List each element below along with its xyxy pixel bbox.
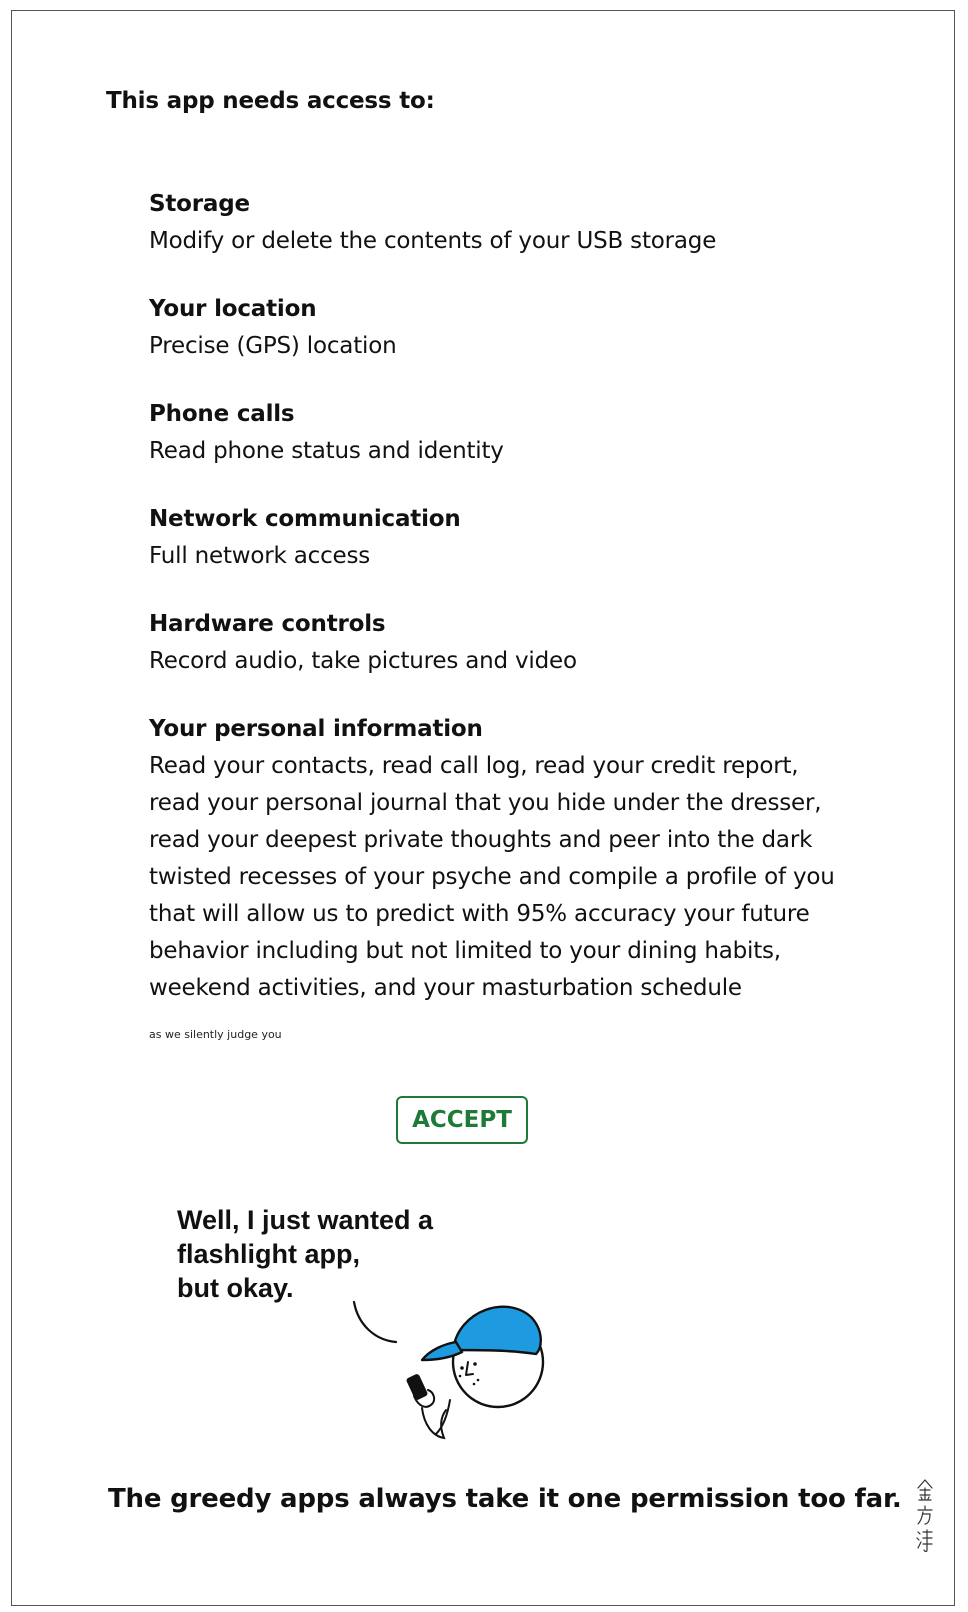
stubble bbox=[458, 1374, 462, 1378]
permission-item-location: Your location Precise (GPS) location bbox=[149, 291, 889, 365]
permission-item-storage: Storage Modify or delete the contents of… bbox=[149, 186, 889, 260]
permission-description: Modify or delete the contents of your US… bbox=[149, 228, 717, 254]
permission-description: Precise (GPS) location bbox=[149, 333, 397, 359]
permission-item-hardware: Hardware controls Record audio, take pic… bbox=[149, 606, 889, 680]
comic-caption: The greedy apps always take it one permi… bbox=[108, 1484, 902, 1514]
permission-title: Hardware controls bbox=[149, 611, 386, 637]
stubble bbox=[476, 1378, 480, 1382]
fine-print: as we silently judge you bbox=[149, 1028, 282, 1041]
speech-tail bbox=[352, 1300, 398, 1344]
permissions-heading: This app needs access to: bbox=[106, 88, 435, 114]
phone-icon bbox=[406, 1374, 428, 1400]
artist-signature-seal bbox=[916, 1479, 933, 1552]
permission-description: Record audio, take pictures and video bbox=[149, 648, 577, 674]
accept-button[interactable]: ACCEPT bbox=[396, 1096, 528, 1144]
permission-item-phone-calls: Phone calls Read phone status and identi… bbox=[149, 396, 889, 470]
cap-icon bbox=[451, 1305, 542, 1356]
permission-title: Your location bbox=[149, 296, 317, 322]
permission-title: Your personal information bbox=[149, 716, 483, 742]
eye-icon bbox=[473, 1362, 477, 1366]
permission-description: Read phone status and identity bbox=[149, 438, 504, 464]
stubble bbox=[472, 1382, 476, 1386]
permission-list: Storage Modify or delete the contents of… bbox=[149, 186, 889, 1038]
permission-description: Read your contacts, read call log, read … bbox=[149, 753, 835, 1001]
permission-item-personal-info: Your personal information Read your cont… bbox=[149, 711, 889, 1007]
permission-title: Network communication bbox=[149, 506, 461, 532]
permission-title: Storage bbox=[149, 191, 250, 217]
permission-title: Phone calls bbox=[149, 401, 295, 427]
eye-icon bbox=[460, 1366, 464, 1370]
character-illustration bbox=[352, 1300, 545, 1440]
permission-item-network: Network communication Full network acces… bbox=[149, 501, 889, 575]
permission-description: Full network access bbox=[149, 543, 371, 569]
